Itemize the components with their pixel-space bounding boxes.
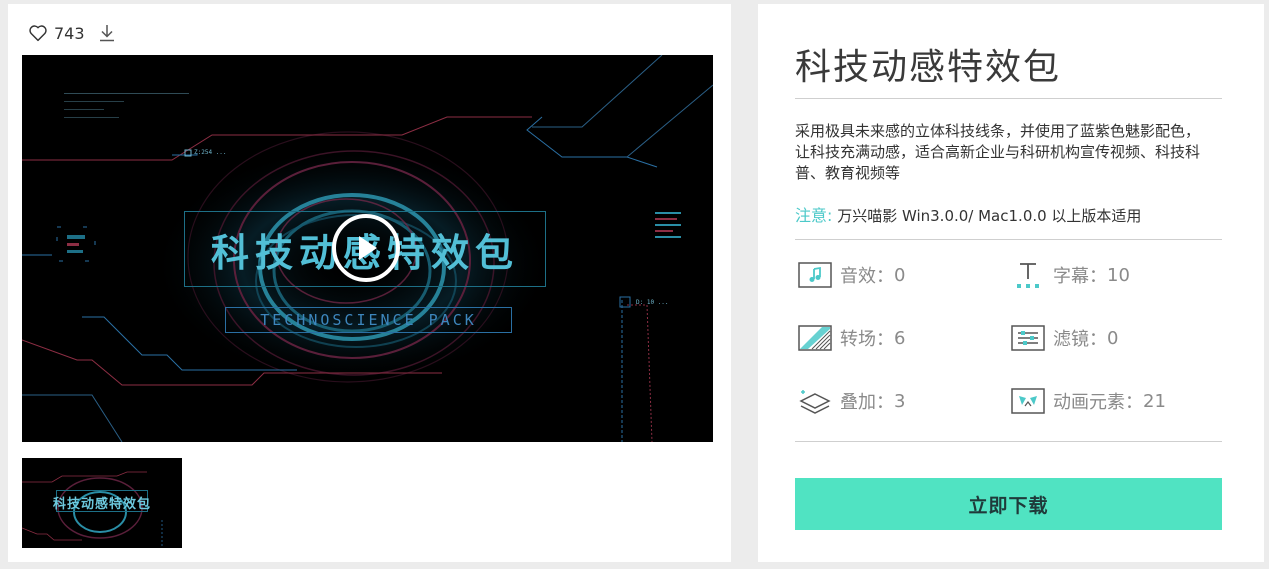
play-icon	[359, 236, 377, 260]
play-button[interactable]	[332, 214, 400, 282]
spec-transitions: 转场： 6	[798, 323, 905, 353]
details-card: 科技动感特效包 采用极具未来感的立体科技线条，并使用了蓝紫色魅影配色，让科技充满…	[758, 4, 1264, 562]
transition-icon	[798, 323, 832, 353]
spec-label: 转场：	[840, 329, 894, 350]
spec-value: 0	[894, 264, 906, 286]
spec-label: 字幕：	[1053, 266, 1107, 287]
thumbnail-item[interactable]: 科技动感特效包	[22, 458, 182, 548]
layers-icon	[798, 386, 832, 416]
video-subtitle: TECHNOSCIENCE PACK	[260, 311, 477, 329]
spec-label: 动画元素：	[1053, 392, 1143, 413]
video-subtitle-frame: TECHNOSCIENCE PACK	[225, 307, 512, 333]
spec-subtitles: 字幕： 10	[1011, 260, 1130, 290]
music-note-icon	[798, 260, 832, 290]
compatibility-notice: 注意: 万兴喵影 Win3.0.0/ Mac1.0.0 以上版本适用	[795, 202, 1141, 226]
specs-divider	[795, 441, 1222, 442]
download-icon[interactable]	[99, 24, 115, 42]
product-title: 科技动感特效包	[795, 47, 1062, 88]
stats-bar: 743	[28, 22, 115, 44]
spec-animation-elements: 动画元素： 21	[1011, 386, 1166, 416]
title-divider	[795, 98, 1222, 99]
notice-label: 注意:	[795, 206, 833, 225]
spec-label: 叠加：	[840, 392, 894, 413]
notice-divider	[795, 239, 1222, 240]
preview-card: 743 Z:254 ... D: 10 ... TECHNOSCIENCE PA…	[8, 4, 731, 562]
filter-icon	[1011, 323, 1045, 353]
notice-text: 万兴喵影 Win3.0.0/ Mac1.0.0 以上版本适用	[837, 207, 1142, 225]
spec-value: 0	[1107, 327, 1119, 349]
hud-label-b: D: 10 ...	[636, 299, 669, 306]
animation-element-icon	[1011, 386, 1045, 416]
like-count: 743	[54, 23, 85, 43]
hud-label-a: Z:254 ...	[194, 149, 227, 156]
spec-value: 3	[894, 390, 906, 412]
spec-label: 滤镜：	[1053, 329, 1107, 350]
spec-value: 10	[1107, 264, 1130, 286]
video-player[interactable]: Z:254 ... D: 10 ... 科技动感特效包 TECHNOSCIENC…	[22, 55, 713, 442]
spec-overlays: 叠加： 3	[798, 386, 905, 416]
spec-filters: 滤镜： 0	[1011, 323, 1118, 353]
thumbnail-title: 科技动感特效包	[52, 497, 151, 512]
spec-value: 21	[1143, 390, 1166, 412]
spec-sound-effects: 音效： 0	[798, 260, 905, 290]
heart-icon[interactable]	[28, 24, 48, 42]
spec-value: 6	[894, 327, 906, 349]
text-title-icon	[1011, 260, 1045, 290]
product-description: 采用极具未来感的立体科技线条，并使用了蓝紫色魅影配色，让科技充满动感，适合高新企…	[795, 122, 1201, 182]
download-now-button[interactable]: 立即下载	[795, 478, 1222, 530]
spec-label: 音效：	[840, 266, 894, 287]
